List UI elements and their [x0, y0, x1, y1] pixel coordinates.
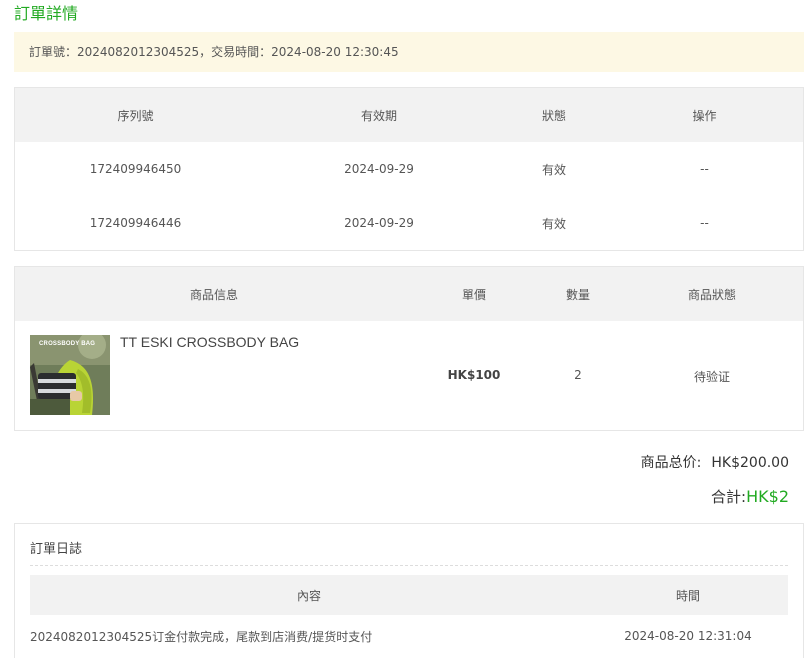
product-image-label: CROSSBODY BAG [39, 341, 96, 347]
grand-total: 合計:HK$2 [711, 486, 789, 507]
log-time: 2024-08-20 12:31:04 [624, 629, 752, 643]
serial-status: 有效 [541, 162, 566, 177]
product-table-header: 商品信息 單價 數量 商品狀態 [15, 267, 803, 321]
order-summary-text: 訂單號：2024082012304525，交易時間：2024-08-20 12:… [29, 45, 399, 59]
product-status: 待验证 [693, 370, 730, 384]
serial-action: -- [700, 216, 709, 230]
page-title: 訂單詳情 [14, 4, 79, 23]
subtotal: 商品总价: HK$200.00 [641, 452, 789, 472]
log-content: 2024082012304525订金付款完成，尾款到店消费/提货时支付 [30, 629, 373, 644]
subtotal-value: HK$200.00 [711, 455, 789, 471]
product-thumbnail[interactable]: CROSSBODY BAG [30, 335, 110, 415]
table-row: 172409946446 2024-09-29 有效 -- [15, 196, 803, 250]
order-log-title: 訂單日誌 [30, 542, 83, 557]
serial-status: 有效 [541, 216, 566, 231]
serial-number: 172409946446 [89, 216, 182, 230]
serial-number: 172409946450 [89, 162, 182, 176]
total-value: HK$2 [746, 487, 789, 506]
header-log-time: 時間 [675, 588, 700, 603]
header-quantity: 數量 [565, 287, 590, 302]
header-unit-price: 單價 [461, 287, 486, 302]
divider [30, 565, 788, 566]
header-product-status: 商品狀態 [687, 287, 736, 302]
product-image [30, 335, 110, 415]
header-serial: 序列號 [117, 108, 154, 123]
expiry-date: 2024-09-29 [344, 162, 414, 176]
product-name[interactable]: TT ESKI CROSSBODY BAG [120, 334, 299, 350]
log-entry: 2024082012304525订金付款完成，尾款到店消费/提货时支付 2024… [30, 624, 788, 648]
header-log-content: 內容 [296, 588, 321, 603]
header-status: 狀態 [541, 108, 566, 123]
product-unit-price: HK$100 [447, 368, 501, 382]
log-table-header: 內容 時間 [30, 575, 788, 615]
serial-action: -- [700, 162, 709, 176]
product-table: 商品信息 單價 數量 商品狀態 CROSSBODY BAG TT ESKI CR… [14, 266, 804, 431]
serial-table-header: 序列號 有效期 狀態 操作 [15, 88, 803, 142]
product-row: CROSSBODY BAG TT ESKI CROSSBODY BAG HK$1… [15, 321, 803, 431]
order-log: 訂單日誌 內容 時間 2024082012304525订金付款完成，尾款到店消费… [14, 523, 804, 658]
product-quantity: 2 [574, 368, 582, 382]
expiry-date: 2024-09-29 [344, 216, 414, 230]
total-label: 合計: [711, 488, 747, 506]
header-expiry: 有效期 [360, 108, 397, 123]
serial-table: 序列號 有效期 狀態 操作 172409946450 2024-09-29 有效… [14, 87, 804, 251]
subtotal-label: 商品总价: [640, 455, 702, 471]
table-row: 172409946450 2024-09-29 有效 -- [15, 142, 803, 196]
header-action: 操作 [692, 108, 717, 123]
header-product-info: 商品信息 [189, 287, 238, 302]
order-summary-banner: 訂單號：2024082012304525，交易時間：2024-08-20 12:… [14, 32, 804, 72]
